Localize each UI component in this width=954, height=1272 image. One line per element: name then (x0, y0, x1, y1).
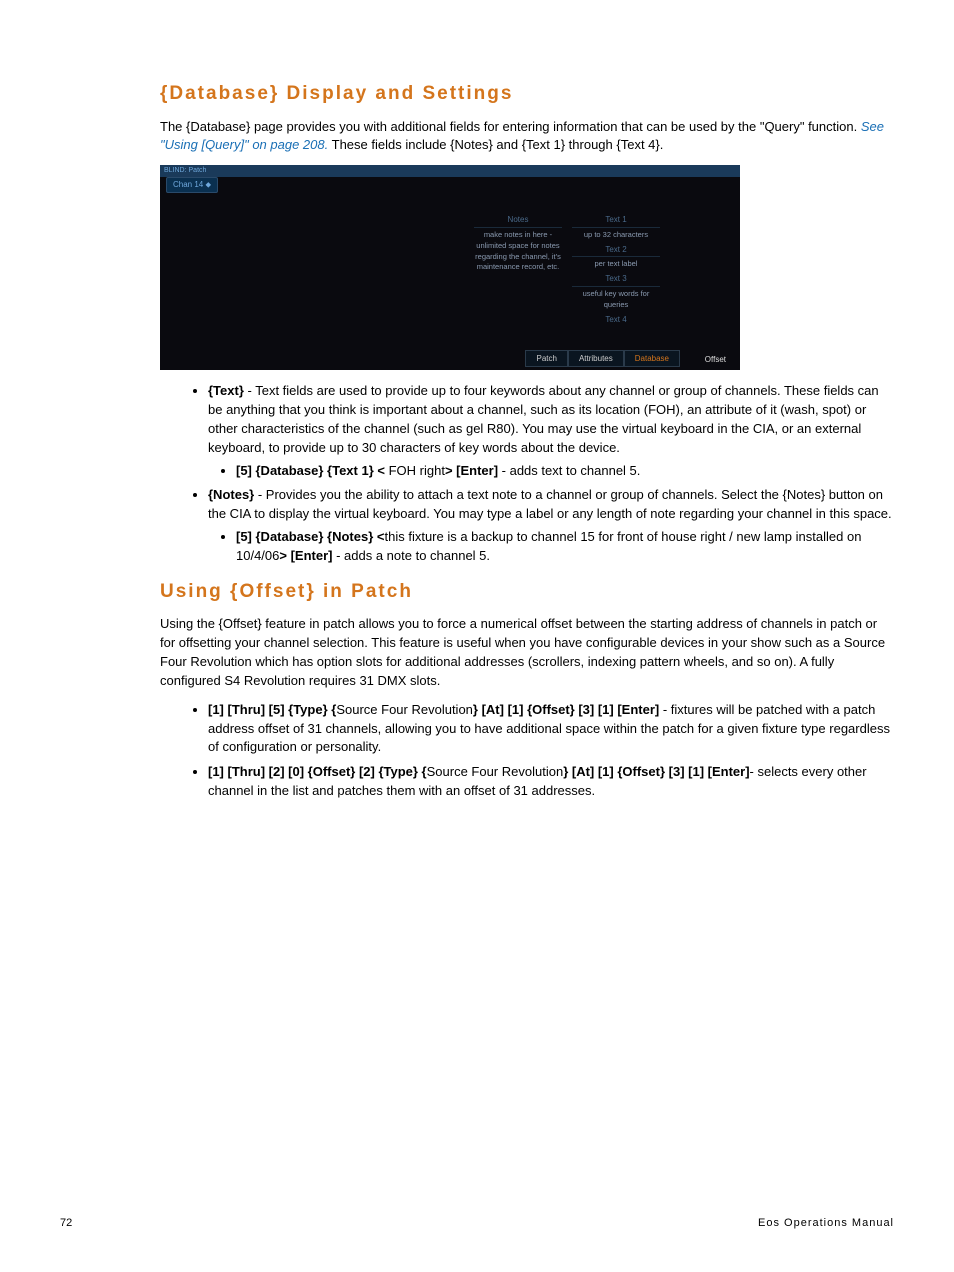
heading-offset: Using {Offset} in Patch (160, 578, 894, 606)
off2-cmd2: } [At] [1] {Offset} [3] [1] [Enter] (563, 764, 749, 779)
text2-cell: per text label (572, 256, 660, 272)
notes-ex-desc: - adds a note to channel 5. (332, 548, 490, 563)
offset-example-2: [1] [Thru] [2] [0] {Offset} [2] {Type} {… (208, 763, 894, 801)
offset-example-1: [1] [Thru] [5] {Type} {Source Four Revol… (208, 701, 894, 758)
notes-bullet: {Notes} - Provides you the ability to at… (208, 486, 894, 565)
offset-tab[interactable]: Offset (697, 352, 734, 368)
offset-paragraph: Using the {Offset} feature in patch allo… (160, 615, 894, 690)
text4-header: Text 4 (572, 313, 660, 327)
intro-text-a: The {Database} page provides you with ad… (160, 119, 861, 134)
page-footer: 72 Eos Operations Manual (60, 1216, 894, 1232)
text-desc: - Text fields are used to provide up to … (208, 383, 879, 455)
text-key: {Text} (208, 383, 244, 398)
screenshot-tabs: Patch Attributes Database (525, 350, 680, 368)
notes-key: {Notes} (208, 487, 254, 502)
manual-title: Eos Operations Manual (758, 1216, 894, 1232)
intro-text-b: These fields include {Notes} and {Text 1… (332, 137, 664, 152)
notes-desc: - Provides you the ability to attach a t… (208, 487, 892, 521)
text-column: Text 1 up to 32 characters Text 2 per te… (572, 213, 660, 326)
notes-header: Notes (474, 213, 562, 227)
text-ex-val: FOH right (389, 463, 445, 478)
database-bullet-list: {Text} - Text fields are used to provide… (160, 382, 894, 566)
notes-ex-cmd2: > [Enter] (279, 548, 332, 563)
off1-cmd1: [1] [Thru] [5] {Type} { (208, 702, 336, 717)
text3-cell: useful key words for queries (572, 286, 660, 313)
off2-cmd1: [1] [Thru] [2] [0] {Offset} [2] {Type} { (208, 764, 427, 779)
off2-val: Source Four Revolution (427, 764, 564, 779)
page-number: 72 (60, 1216, 72, 1232)
off1-cmd2: } [At] [1] {Offset} [3] [1] [Enter] (473, 702, 659, 717)
intro-paragraph: The {Database} page provides you with ad… (160, 118, 894, 156)
notes-ex-cmd1: [5] {Database} {Notes} < (236, 529, 384, 544)
channel-chip: Chan 14 ⬥ (166, 177, 218, 193)
cia-screenshot: BLIND: Patch Chan 14 ⬥ Notes make notes … (160, 165, 740, 370)
text-ex-cmd2: > [Enter] (445, 463, 498, 478)
notes-example: [5] {Database} {Notes} <this fixture is … (236, 528, 894, 566)
text2-header: Text 2 (572, 243, 660, 257)
heading-database: {Database} Display and Settings (160, 80, 894, 108)
text-example: [5] {Database} {Text 1} < FOH right> [En… (236, 462, 894, 481)
screenshot-titlebar: BLIND: Patch (160, 165, 740, 177)
text3-header: Text 3 (572, 272, 660, 286)
notes-cell: make notes in here - unlimited space for… (474, 227, 562, 276)
text-ex-cmd1: [5] {Database} {Text 1} < (236, 463, 389, 478)
notes-column: Notes make notes in here - unlimited spa… (474, 213, 562, 275)
text-ex-desc: - adds text to channel 5. (498, 463, 640, 478)
database-tab[interactable]: Database (624, 350, 680, 368)
offset-bullet-list: [1] [Thru] [5] {Type} {Source Four Revol… (160, 701, 894, 801)
attributes-tab[interactable]: Attributes (568, 350, 624, 368)
text-bullet: {Text} - Text fields are used to provide… (208, 382, 894, 480)
text1-header: Text 1 (572, 213, 660, 227)
off1-val: Source Four Revolution (336, 702, 473, 717)
patch-tab[interactable]: Patch (525, 350, 567, 368)
text1-cell: up to 32 characters (572, 227, 660, 243)
